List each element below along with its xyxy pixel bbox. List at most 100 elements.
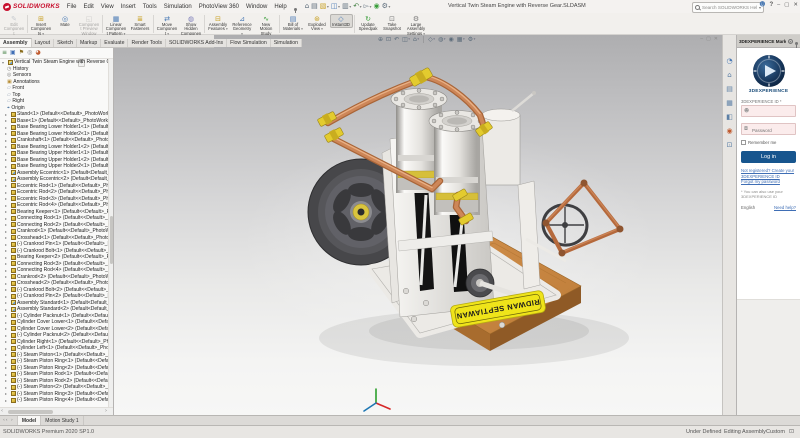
tree-item[interactable]: ▾Vertical Twin Steam Engine with Reverse… [0, 59, 108, 66]
expander-icon[interactable]: ▸ [5, 287, 9, 292]
menu-photoview-360[interactable]: PhotoView 360 [196, 3, 242, 11]
tree-item[interactable]: ▸Cylinder Cover Lower<2> (Default<<Defau… [0, 326, 108, 333]
menu-edit[interactable]: Edit [80, 3, 96, 11]
linear-component-pattern-button[interactable]: ▦Linear Component Pattern ▾ [105, 14, 128, 37]
section-view-icon[interactable]: ◫▾ [402, 36, 410, 43]
tree-item[interactable]: ▸(-) Steam Piston<1> (Default<<Default>_… [0, 352, 108, 359]
expander-icon[interactable]: ▸ [5, 294, 9, 299]
tree-item[interactable]: ▸Bearing Keeper<1> (Default<<Default>_Ph… [0, 209, 108, 216]
configurationmanager-icon[interactable]: ⚑ [19, 49, 24, 56]
tree-item[interactable]: ▸Base<1> (Default<<Default>_PhotoWorks D… [0, 118, 108, 125]
tree-item[interactable]: ▸(-) Steam Piston Ring<3> (Default<<Defa… [0, 391, 108, 398]
dropdown-caret-icon[interactable]: ▾ [463, 36, 465, 43]
scroll-thumb[interactable] [8, 410, 53, 414]
expander-icon[interactable]: ▸ [5, 300, 9, 305]
move-component-button[interactable]: ⇄Move Component ▾ [156, 14, 179, 37]
tree-item[interactable]: ▸Cylinder Right<1> (Default<<Default>_Ph… [0, 339, 108, 346]
doc-close-icon[interactable]: ✕ [714, 36, 718, 42]
expander-icon[interactable]: ▸ [5, 235, 9, 240]
new-document-icon[interactable]: ▤ [311, 3, 318, 10]
design-library-icon[interactable]: ▤ [726, 85, 733, 93]
expander-icon[interactable]: ▸ [5, 190, 9, 195]
dropdown-caret-icon[interactable]: ▾ [338, 3, 340, 10]
dropdown-caret-icon[interactable]: ▾ [349, 3, 351, 10]
zoom-to-fit-icon[interactable]: ⊕ [378, 36, 383, 43]
expander-icon[interactable]: ▸ [5, 326, 9, 331]
expander-icon[interactable]: ▸ [5, 268, 9, 273]
tab-simulation[interactable]: Simulation [271, 39, 302, 47]
menu-file[interactable]: File [64, 3, 80, 11]
tree-item[interactable]: ▸(-) Crankrod Bolt<2> (Default<<Default>… [0, 287, 108, 294]
tree-item[interactable]: ▸Connecting Rod<4> (Default<<Default>_Ph… [0, 267, 108, 274]
tab-flow-simulation[interactable]: Flow Simulation [227, 39, 271, 47]
update-speedpak-button[interactable]: ↻Update Speedpak [357, 14, 380, 33]
expander-icon[interactable]: ▸ [5, 144, 9, 149]
tree-item[interactable]: ▸(-) Steam Piston<2> (Default<<Default>_… [0, 384, 108, 391]
bill-of-materials-button[interactable]: ▤Bill of Materials ▾ [282, 14, 305, 33]
tab-solidworks-add-ins[interactable]: SOLIDWORKS Add-Ins [166, 39, 227, 47]
tree-item[interactable]: ▸Eccentric Rod<3> (Default<<Default>_Pho… [0, 196, 108, 203]
log-in-button[interactable]: Log in [741, 151, 796, 163]
expander-icon[interactable]: ▸ [5, 385, 9, 390]
tree-vertical-scrollbar[interactable] [108, 59, 113, 407]
tree-item[interactable]: ▸Assembly Eccentric<2> (Default<Default_… [0, 176, 108, 183]
expander-icon[interactable]: ▸ [5, 359, 9, 364]
home-icon[interactable]: ⌂ [305, 3, 309, 10]
dropdown-caret-icon[interactable]: ▾ [417, 36, 419, 43]
tree-item[interactable]: ▸Crankrod<2> (Default<<Default>_PhotoWor… [0, 274, 108, 281]
tab-layout[interactable]: Layout [32, 39, 55, 47]
dropdown-caret-icon[interactable]: ▾ [408, 36, 410, 43]
expander-icon[interactable]: ▸ [5, 248, 9, 253]
id-field[interactable]: ☻ [741, 105, 796, 117]
minimize-icon[interactable]: – [777, 2, 780, 8]
dropdown-caret-icon[interactable]: ▾ [388, 3, 390, 10]
appearances-icon[interactable]: ◉ [726, 127, 732, 135]
tree-item[interactable]: ▸(-) Steam Piston Ring<2> (Default<<Defa… [0, 365, 108, 372]
expander-icon[interactable]: ▸ [5, 209, 9, 214]
tree-item[interactable]: ▸Base Bearing Lower Holder1<2> (Default<… [0, 144, 108, 151]
hide-show-items-icon[interactable]: ◍▾ [438, 36, 446, 43]
save-icon[interactable]: ◫▾ [331, 3, 340, 10]
expander-icon[interactable]: ▸ [5, 333, 9, 338]
tab-model[interactable]: Model [17, 416, 41, 425]
smart-fasteners-button[interactable]: ≣Smart Fasteners [129, 14, 152, 33]
search-input[interactable]: Search SOLIDWORKS Help ▾ [692, 2, 764, 13]
expander-icon[interactable]: ▸ [5, 242, 9, 247]
expander-icon[interactable]: ▸ [5, 164, 9, 169]
remember-me-checkbox[interactable] [741, 140, 746, 145]
dropdown-caret-icon[interactable]: ▾ [444, 36, 446, 43]
tree-item[interactable]: ▸(-) Cylinder Packnut<2> (Default<<Defau… [0, 332, 108, 339]
open-icon[interactable]: ▧▾ [320, 3, 329, 10]
expander-icon[interactable]: ▸ [5, 320, 9, 325]
doc-minimize-icon[interactable]: – [700, 36, 703, 42]
tree-item[interactable]: ▸Connecting Rod<1> (Default<<Default>_Ph… [0, 215, 108, 222]
dropdown-caret-icon[interactable]: ▾ [474, 36, 476, 43]
featuremanager-design-tree-icon[interactable]: ≡ [2, 49, 7, 56]
expander-icon[interactable]: ▸ [5, 274, 9, 279]
tree-item[interactable]: ▸Crankrod<1> (Default<<Default>_PhotoWor… [0, 228, 108, 235]
select-icon[interactable]: ▻▾ [364, 3, 372, 10]
expander-icon[interactable]: ▸ [5, 112, 9, 117]
tree-item[interactable]: ▸Assembly Standard<1> (Default<Default_D… [0, 300, 108, 307]
propertymanager-icon[interactable]: ▣ [10, 49, 16, 56]
tree-item[interactable]: ▸Assembly Eccentric<1> (Default<Default_… [0, 170, 108, 177]
marketplace-icon[interactable]: ◔ [726, 57, 732, 65]
menu-help[interactable]: Help [271, 3, 289, 11]
dropdown-caret-icon[interactable]: ▾ [360, 3, 362, 10]
tree-item[interactable]: ▸Crankshaft<1> (Default<<Default>_PhotoW… [0, 137, 108, 144]
not-registered-link[interactable]: Not registered? Create your [741, 168, 796, 174]
language-select[interactable]: English [741, 205, 755, 210]
expander-icon[interactable]: ▸ [5, 398, 9, 403]
tree-item[interactable]: ▸Base Bearing Upper Holder1<2> (Default<… [0, 157, 108, 164]
need-help-link[interactable]: Need help? [774, 205, 796, 210]
tree-item[interactable]: ▸(-) Steam Piston Rod<2> (Default<<Defau… [0, 378, 108, 385]
menu-insert[interactable]: Insert [118, 3, 139, 11]
restore-icon[interactable]: ▢ [784, 2, 789, 8]
expander-icon[interactable]: ▸ [5, 339, 9, 344]
menu-view[interactable]: View [98, 3, 117, 11]
resources-icon[interactable]: ⌂ [727, 71, 731, 79]
view-palette-icon[interactable]: ◧ [726, 113, 733, 121]
edit-appearance-icon[interactable]: ◉ [449, 36, 454, 43]
expander-icon[interactable]: ▸ [5, 216, 9, 221]
task-pane-pin-icon[interactable] [795, 32, 798, 50]
